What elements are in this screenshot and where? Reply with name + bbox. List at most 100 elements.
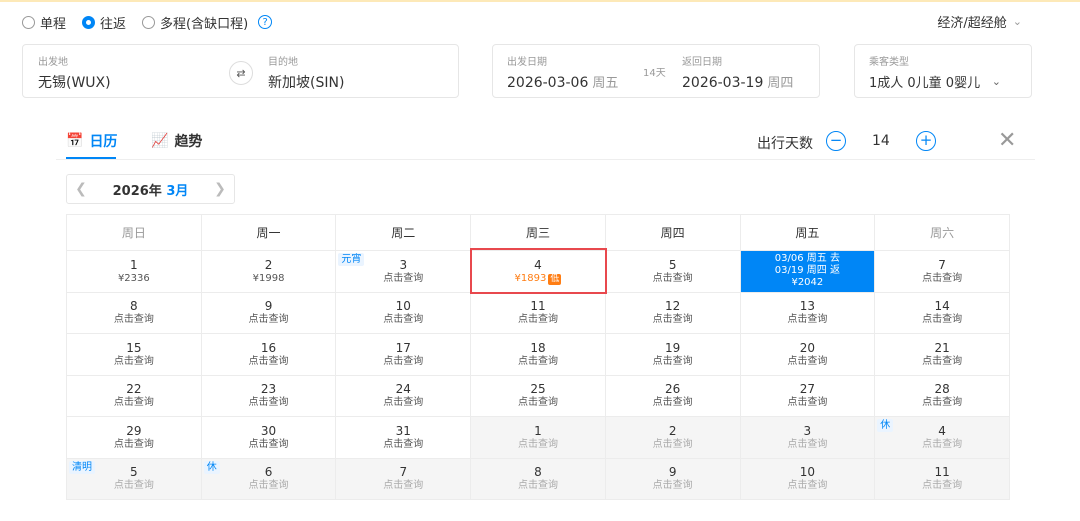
depart-date-label: 出发日期: [507, 57, 547, 68]
calendar-day-cell[interactable]: 8 点击查询: [66, 291, 202, 334]
calendar-day-cell[interactable]: 7 点击查询: [335, 457, 472, 500]
tab-trend[interactable]: 📈 趋势: [151, 131, 202, 151]
calendar-day-cell[interactable]: 27 点击查询: [739, 374, 876, 417]
swap-route-icon[interactable]: ⇄: [229, 61, 253, 85]
day-price: ¥1998: [202, 272, 336, 285]
selected-trip-line1: 03/06 周五 去: [774, 253, 840, 265]
calendar-day-cell[interactable]: 10 点击查询: [335, 291, 472, 334]
trip-type-oneway[interactable]: 单程: [22, 13, 66, 32]
calendar-day-cell[interactable]: 11 点击查询: [470, 291, 606, 334]
day-price-value: 点击查询: [922, 438, 963, 450]
trip-type-label: 往返: [100, 16, 127, 32]
calendar-day-cell[interactable]: 13 点击查询: [739, 291, 876, 334]
calendar-day-cell[interactable]: 21 点击查询: [874, 333, 1010, 376]
trip-type-multicity[interactable]: 多程(含缺口程): [142, 13, 248, 32]
calendar-day-cell[interactable]: 29 点击查询: [66, 416, 202, 459]
increase-days-button[interactable]: +: [916, 131, 936, 151]
calendar-day-cell[interactable]: 元宵 3 点击查询: [335, 250, 472, 293]
calendar-day-cell[interactable]: 26 点击查询: [604, 374, 741, 417]
day-price: 点击查询: [202, 355, 336, 368]
travel-days-label: 出行天数: [757, 136, 813, 152]
day-price-value: 点击查询: [652, 355, 693, 367]
calendar-day-cell[interactable]: 9 点击查询: [604, 457, 741, 500]
close-icon[interactable]: ✕: [998, 128, 1016, 153]
calendar-day-cell[interactable]: 10 点击查询: [739, 457, 876, 500]
day-price-value: 点击查询: [652, 272, 693, 284]
cabin-class-select[interactable]: 经济/超经舱 ⌄: [937, 12, 1022, 31]
day-price: 点击查询: [336, 438, 470, 451]
day-price-value: 点击查询: [922, 480, 963, 492]
day-price-value: 点击查询: [922, 397, 963, 409]
day-number: 17: [395, 340, 411, 355]
day-price: 点击查询: [202, 438, 336, 451]
day-price-value: ¥1998: [252, 272, 285, 284]
weekday-header: 周六: [874, 214, 1010, 251]
day-price: 点击查询: [67, 396, 201, 409]
next-month-button[interactable]: ❯: [206, 181, 234, 197]
calendar-day-cell[interactable]: 24 点击查询: [335, 374, 472, 417]
calendar-day-cell[interactable]: 3 点击查询: [739, 416, 876, 459]
day-number: 31: [395, 423, 411, 438]
calendar-day-cell[interactable]: 30 点击查询: [200, 416, 337, 459]
radio-icon: [22, 15, 35, 29]
day-price-value: ¥2336: [117, 272, 150, 284]
day-price: 点击查询: [875, 438, 1009, 451]
day-number: 8: [534, 465, 542, 480]
calendar-day-cell[interactable]: 2 点击查询: [604, 416, 741, 459]
day-number: 4: [938, 423, 946, 438]
passenger-field[interactable]: 乘客类型 1成人 0儿童 0婴儿 ⌄: [854, 44, 1032, 98]
calendar-day-cell[interactable]: 7 点击查询: [874, 250, 1010, 293]
calendar-day-cell[interactable]: 23 点击查询: [200, 374, 337, 417]
day-price-value: 点击查询: [517, 438, 558, 450]
day-number: 18: [530, 340, 546, 355]
calendar-day-cell[interactable]: 11 点击查询: [874, 457, 1010, 500]
calendar-day-cell[interactable]: 1 点击查询: [470, 416, 606, 459]
tab-label: 趋势: [174, 134, 203, 150]
day-number: 21: [934, 340, 950, 355]
calendar-day-cell[interactable]: 2 ¥1998: [200, 250, 337, 293]
day-price-value: 点击查询: [517, 397, 558, 409]
day-price-value: 点击查询: [517, 314, 558, 326]
day-price-value: 点击查询: [652, 438, 693, 450]
calendar-day-cell[interactable]: 15 点击查询: [66, 333, 202, 376]
day-price-value: 点击查询: [383, 272, 424, 284]
prev-month-button[interactable]: ❮: [67, 181, 95, 197]
calendar-week-row: 29 点击查询 30 点击查询 31 点击查询 1 点击查询 2 点击查询 3 点击查询休 4 点击查询: [66, 416, 1010, 459]
day-number: 15: [126, 340, 142, 355]
day-price-value: 点击查询: [922, 355, 963, 367]
day-price-value: 点击查询: [922, 272, 963, 284]
calendar-day-cell[interactable]: 18 点击查询: [470, 333, 606, 376]
calendar-day-cell[interactable]: 25 点击查询: [470, 374, 606, 417]
calendar-day-cell[interactable]: 5 点击查询: [604, 250, 741, 293]
calendar-day-cell[interactable]: 03/06 周五 去 03/19 周四 返 ¥2042: [739, 250, 876, 293]
day-price-value: 点击查询: [787, 314, 828, 326]
day-price-value: ¥1893: [514, 272, 547, 284]
day-price: ¥1893 低: [471, 272, 605, 285]
calendar-day-cell[interactable]: 19 点击查询: [604, 333, 741, 376]
calendar-day-cell[interactable]: 28 点击查询: [874, 374, 1010, 417]
selected-trip-line3: ¥2042: [791, 277, 824, 289]
calendar-day-cell[interactable]: 休 4 点击查询: [874, 416, 1010, 459]
calendar-day-cell[interactable]: 12 点击查询: [604, 291, 741, 334]
calendar-day-cell[interactable]: 4 ¥1893 低: [470, 250, 606, 293]
calendar-day-cell[interactable]: 清明 5 点击查询: [66, 457, 202, 500]
calendar-day-cell[interactable]: 31 点击查询: [335, 416, 472, 459]
calendar-day-cell[interactable]: 14 点击查询: [874, 291, 1010, 334]
calendar-day-cell[interactable]: 17 点击查询: [335, 333, 472, 376]
calendar-day-cell[interactable]: 9 点击查询: [200, 291, 337, 334]
calendar-day-cell[interactable]: 休 6 点击查询: [200, 457, 337, 500]
calendar-day-cell[interactable]: 22 点击查询: [66, 374, 202, 417]
calendar-day-cell[interactable]: 16 点击查询: [200, 333, 337, 376]
day-price-value: 点击查询: [787, 438, 828, 450]
weekday-header: 周日: [66, 214, 202, 251]
decrease-days-button[interactable]: −: [826, 131, 846, 151]
tab-calendar[interactable]: 📅 日历: [66, 131, 117, 151]
calendar-day-cell[interactable]: 8 点击查询: [470, 457, 606, 500]
trip-type-roundtrip[interactable]: 往返: [82, 13, 126, 32]
day-price: 点击查询: [606, 479, 740, 492]
calendar-day-cell[interactable]: 1 ¥2336: [66, 250, 202, 293]
calendar-day-cell[interactable]: 20 点击查询: [739, 333, 876, 376]
help-icon[interactable]: ?: [258, 15, 273, 29]
weekday-header-row: 周日 周一 周二 周三 周四 周五 周六: [66, 214, 1010, 251]
day-price: 点击查询: [471, 479, 605, 492]
